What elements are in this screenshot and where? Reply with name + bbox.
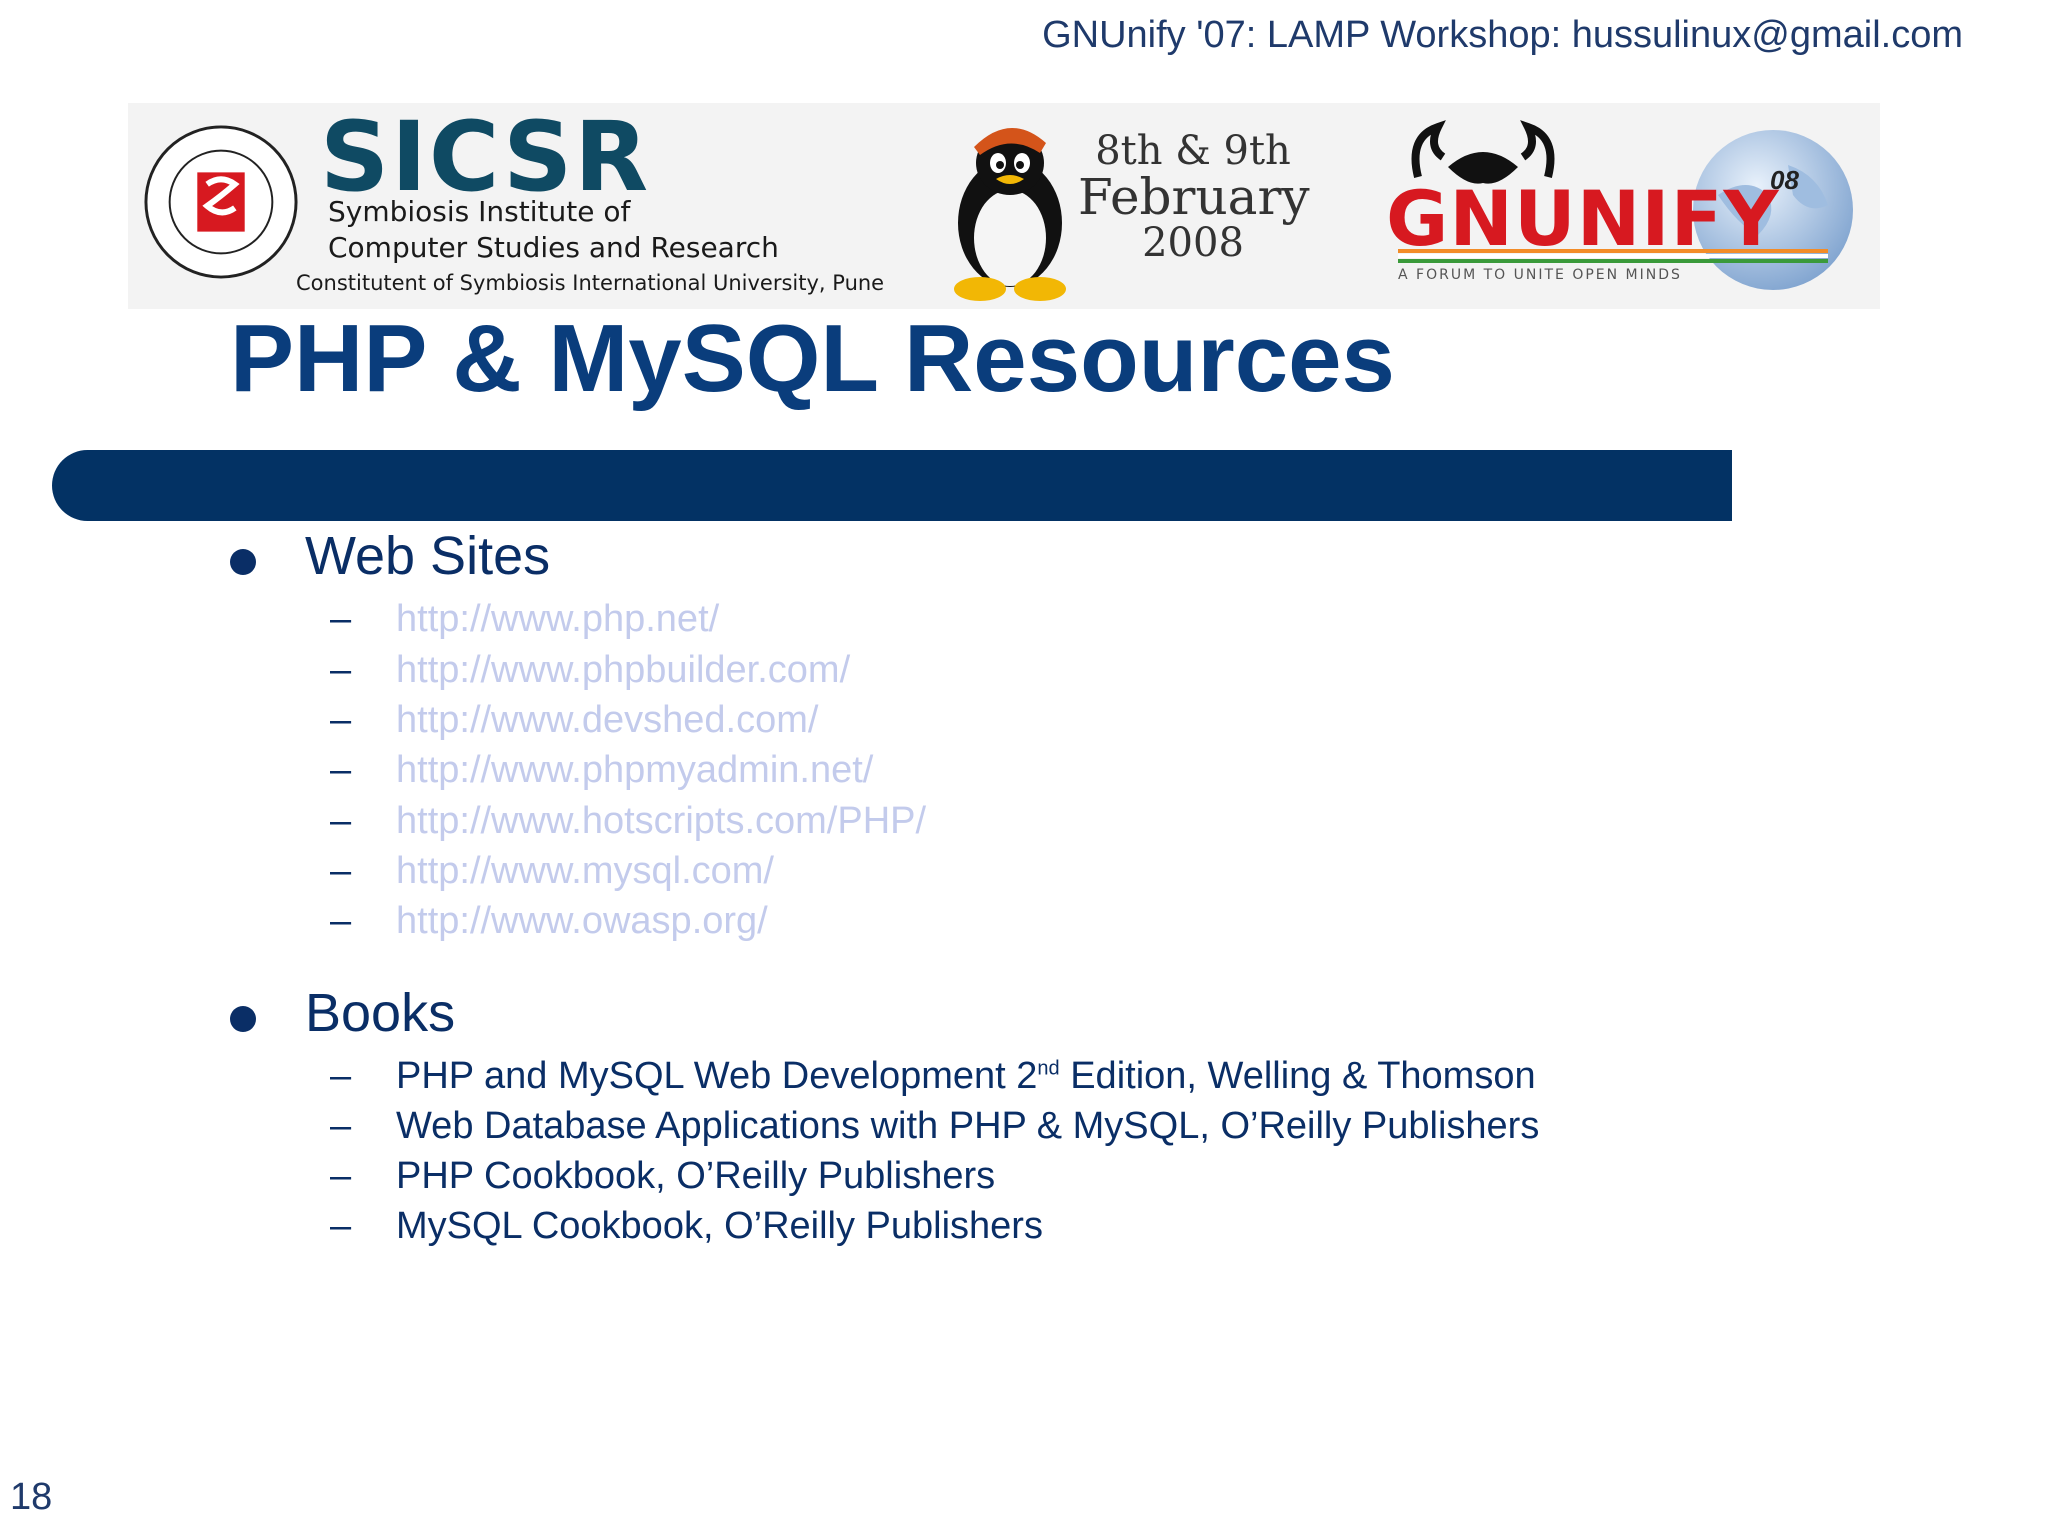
sicsr-line-2: Computer Studies and Research (328, 231, 779, 264)
book-title: PHP and MySQL Web Development 2nd Editio… (396, 1055, 1536, 1098)
dash-marker: – (330, 1105, 352, 1147)
dash-marker: – (330, 850, 352, 892)
ordinal-suffix: nd (1037, 1057, 1060, 1080)
book-title-part: Edition, Welling & Thomson (1059, 1055, 1536, 1097)
dash-marker: – (330, 598, 352, 640)
link-text[interactable]: http://www.phpbuilder.com/ (396, 649, 850, 692)
title-underline-bar (52, 450, 1732, 521)
book-title: MySQL Cookbook, O’Reilly Publishers (396, 1205, 1043, 1247)
tricolor-stripes (1398, 249, 1828, 263)
link-text[interactable]: http://www.php.net/ (396, 598, 719, 641)
bullet-dot (230, 549, 256, 575)
book-title: Web Database Applications with PHP & MyS… (396, 1105, 1540, 1147)
dash-marker: – (330, 649, 352, 691)
event-banner: SICSR Symbiosis Institute of Computer St… (128, 103, 1880, 309)
dash-marker: – (330, 1205, 352, 1247)
link-text[interactable]: http://www.owasp.org/ (396, 900, 768, 943)
date-line-2: February (1078, 167, 1310, 226)
date-line-3: 2008 (1142, 219, 1244, 266)
gnunify-tagline: A FORUM TO UNITE OPEN MINDS (1398, 267, 1682, 283)
tux-penguin-icon (954, 127, 1066, 301)
page-number: 18 (10, 1476, 53, 1518)
dash-marker: – (330, 900, 352, 942)
dash-marker: – (330, 699, 352, 741)
link-text[interactable]: http://www.phpmyadmin.net/ (396, 749, 873, 792)
bullet-dot (230, 1006, 256, 1032)
globe-number: 08 (1770, 165, 1799, 195)
sicsr-line-3: Constitutent of Symbiosis International … (296, 271, 885, 295)
sicsr-wordmark: SICSR (320, 101, 651, 213)
dash-marker: – (330, 1055, 352, 1097)
gnunify-wordmark: GNUNIFY (1386, 174, 1780, 263)
sicsr-line-1: Symbiosis Institute of (328, 195, 631, 228)
section-label: Web Sites (305, 526, 551, 586)
link-text[interactable]: http://www.mysql.com/ (396, 850, 774, 893)
dash-marker: – (330, 800, 352, 842)
event-date: 8th & 9th February 2008 (1078, 128, 1310, 266)
link-text[interactable]: http://www.devshed.com/ (396, 699, 818, 742)
dash-marker: – (330, 1155, 352, 1197)
header-text: GNUnify '07: LAMP Workshop: hussulinux@g… (1042, 14, 1963, 56)
dash-marker: – (330, 749, 352, 791)
section-label: Books (305, 983, 456, 1043)
link-text[interactable]: http://www.hotscripts.com/PHP/ (396, 800, 926, 843)
slide-title: PHP & MySQL Resources (230, 305, 1395, 412)
university-seal-logo (144, 125, 298, 279)
book-title: PHP Cookbook, O’Reilly Publishers (396, 1155, 996, 1197)
book-title-part: PHP and MySQL Web Development 2 (396, 1055, 1038, 1097)
date-line-1: 8th & 9th (1095, 128, 1291, 174)
